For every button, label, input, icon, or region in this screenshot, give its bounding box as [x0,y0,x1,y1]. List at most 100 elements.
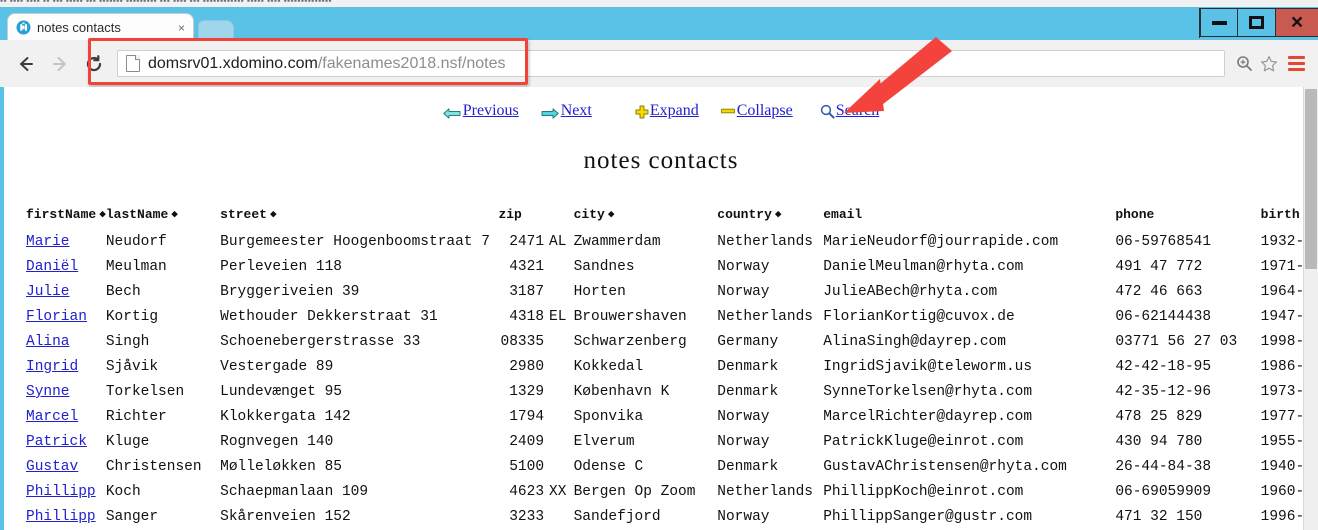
contact-link[interactable]: Ingrid [26,359,78,375]
vertical-scrollbar[interactable] [1303,87,1318,530]
sort-icon-city[interactable]: ◆ [608,210,615,221]
table-row[interactable]: Julie Bech Bryggeriveien 39 3187 Horten Norwa… [12,280,1318,305]
cell-email: GustavAChristensen@rhyta.com [823,459,1067,475]
cell-firstname[interactable]: Marie [12,230,106,255]
sort-icon-street[interactable]: ◆ [270,210,277,221]
table-row[interactable]: Daniël Meulman Perleveien 118 4321 Sandnes No… [12,255,1318,280]
notes-favicon-icon [16,20,31,35]
cell-firstname[interactable]: Daniël [12,255,106,280]
link-previous[interactable]: Previous [443,102,519,120]
column-header-firstname[interactable]: firstName ◆ [12,207,106,230]
link-collapse[interactable]: Collapse [720,102,793,120]
cell-firstname[interactable]: Patrick [12,430,106,455]
reload-button[interactable] [77,47,111,81]
sort-icon-firstname[interactable]: ◆ [99,210,106,221]
zoom-icon[interactable] [1233,53,1255,75]
contact-link[interactable]: Julie [26,284,70,300]
contact-link[interactable]: Alina [26,334,70,350]
cell-firstname[interactable]: Phillipp [12,505,106,530]
cell-country: Norway [717,409,770,425]
table-row[interactable]: Gustav Christensen Mølleløkken 85 5100 Odens… [12,455,1318,480]
minus-icon [720,102,735,120]
link-expand[interactable]: Expand [635,102,699,120]
cell-zip-suffix: EL [549,309,567,325]
contact-link[interactable]: Phillipp [26,484,96,500]
column-header-phone: phone [1115,207,1260,230]
page-icon [126,55,140,72]
cell-firstname[interactable]: Synne [12,380,106,405]
contact-link[interactable]: Patrick [26,434,87,450]
col-label-lastname: lastName [105,207,169,222]
cell-street: Vestergade 89 [220,359,334,375]
cell-country: Netherlands [717,484,813,500]
column-header-street[interactable]: street ◆ [220,207,498,230]
tab-close-icon[interactable]: × [174,22,189,34]
back-button[interactable] [9,47,43,81]
contact-link[interactable]: Florian [26,309,87,325]
cell-street: Schoenebergerstrasse 33 [220,334,421,350]
table-row[interactable]: Patrick Kluge Rognvegen 140 2409 Elverum Norw… [12,430,1318,455]
table-row[interactable]: Ingrid Sjåvik Vestergade 89 2980 Kokkedal Den… [12,355,1318,380]
cell-city: Zwammerdam [573,234,661,250]
minimize-button[interactable] [1200,8,1238,37]
contact-link[interactable]: Marcel [26,409,78,425]
cell-country: Norway [717,509,770,525]
column-header-lastname[interactable]: lastName ◆ [106,207,220,230]
cell-phone: 42-35-12-96 [1115,384,1212,400]
contact-link[interactable]: Synne [26,384,70,400]
cell-firstname[interactable]: Julie [12,280,106,305]
reload-icon [86,54,102,71]
contact-link[interactable]: Daniël [26,259,78,275]
arrow-right-icon [541,106,559,119]
cell-zip-suffix: XX [549,484,567,500]
link-previous-label[interactable]: Previous [463,102,519,119]
sort-icon-lastname[interactable]: ◆ [171,210,178,221]
close-button[interactable]: × [1276,8,1318,37]
column-header-country[interactable]: country ◆ [717,207,823,230]
forward-button[interactable] [43,47,77,81]
hamburger-menu-icon[interactable] [1282,47,1310,81]
table-row[interactable]: Synne Torkelsen Lundevænget 95 1329 Københav… [12,380,1318,405]
address-bar[interactable]: domsrv01.xdomino.com/fakenames2018.nsf/n… [117,50,1225,77]
contact-link[interactable]: Gustav [26,459,78,475]
table-row[interactable]: Phillipp Koch Schaepmanlaan 109 4623 XX Berge… [12,480,1318,505]
new-tab-button[interactable] [198,20,234,41]
menu-line-3 [1287,68,1305,71]
link-search-label[interactable]: Search [836,102,880,119]
bookmark-star-icon[interactable] [1258,53,1280,75]
sort-icon-country[interactable]: ◆ [775,210,782,221]
cell-zip-suffix [549,280,574,305]
cell-firstname[interactable]: Ingrid [12,355,106,380]
contact-link[interactable]: Phillipp [26,509,96,525]
cell-phone: 430 94 780 [1115,434,1203,450]
col-label-email: email [823,207,863,222]
column-header-city[interactable]: city ◆ [574,207,718,230]
menu-line-2 [1287,62,1305,65]
cell-zip-suffix [549,455,574,480]
scrollbar-thumb[interactable] [1305,89,1317,269]
browser-tab-notes-contacts[interactable]: notes contacts × [8,14,193,41]
link-expand-label[interactable]: Expand [650,102,699,119]
cell-firstname[interactable]: Phillipp [12,480,106,505]
table-row[interactable]: Alina Singh Schoenebergerstrasse 33 08335 Sc… [12,330,1318,355]
link-search[interactable]: Search [820,102,880,120]
cell-lastname: Sanger [105,509,159,525]
cell-zip-suffix [549,430,574,455]
table-row[interactable]: Marie Neudorf Burgemeester Hoogenboomstraa… [12,230,1318,255]
contact-link[interactable]: Marie [26,234,70,250]
cell-city: Elverum [573,434,635,450]
cell-firstname[interactable]: Florian [12,305,106,330]
cell-lastname: Neudorf [105,234,167,250]
table-row[interactable]: Phillipp Sanger Skårenveien 152 3233 Sandefj… [12,505,1318,530]
cell-email: DanielMeulman@rhyta.com [823,259,1024,275]
link-next-label[interactable]: Next [561,102,592,119]
cell-zip-suffix [549,330,574,355]
cell-firstname[interactable]: Gustav [12,455,106,480]
maximize-button[interactable] [1238,8,1276,37]
table-row[interactable]: Marcel Richter Klokkergata 142 1794 Sponvika… [12,405,1318,430]
cell-firstname[interactable]: Marcel [12,405,106,430]
link-next[interactable]: Next [541,102,592,120]
link-collapse-label[interactable]: Collapse [737,102,793,119]
cell-firstname[interactable]: Alina [12,330,106,355]
table-row[interactable]: Florian Kortig Wethouder Dekkerstraat 31 43… [12,305,1318,330]
